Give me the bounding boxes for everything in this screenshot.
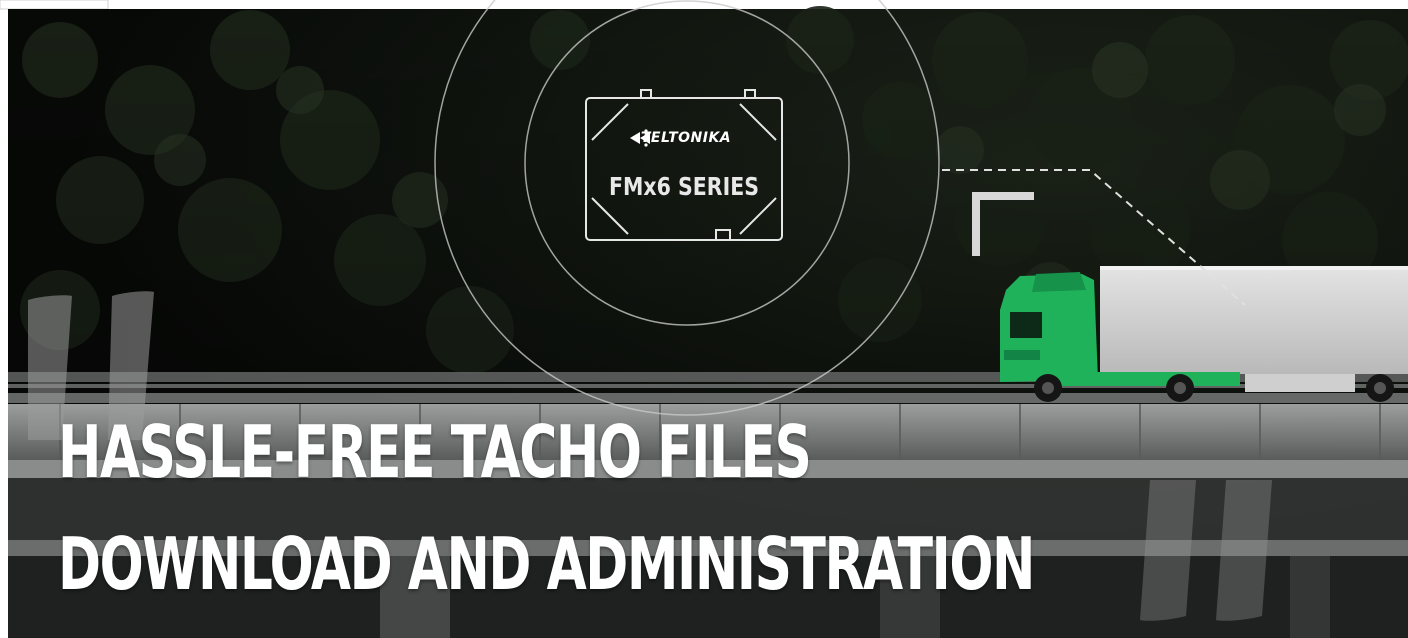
headline-line-1: HASSLE-FREE TACHO FILES (58, 410, 812, 494)
device-brand-label: TELTONIKA (640, 130, 732, 146)
device-series-label: FMx6 SERIES (609, 172, 759, 201)
promo-banner: TELTONIKA FMx6 SERIES HASSLE-FREE TACHO … (0, 0, 1408, 638)
truck-illustration (1000, 266, 1408, 402)
headline-line-2: DOWNLOAD AND ADMINISTRATION (58, 522, 1035, 606)
